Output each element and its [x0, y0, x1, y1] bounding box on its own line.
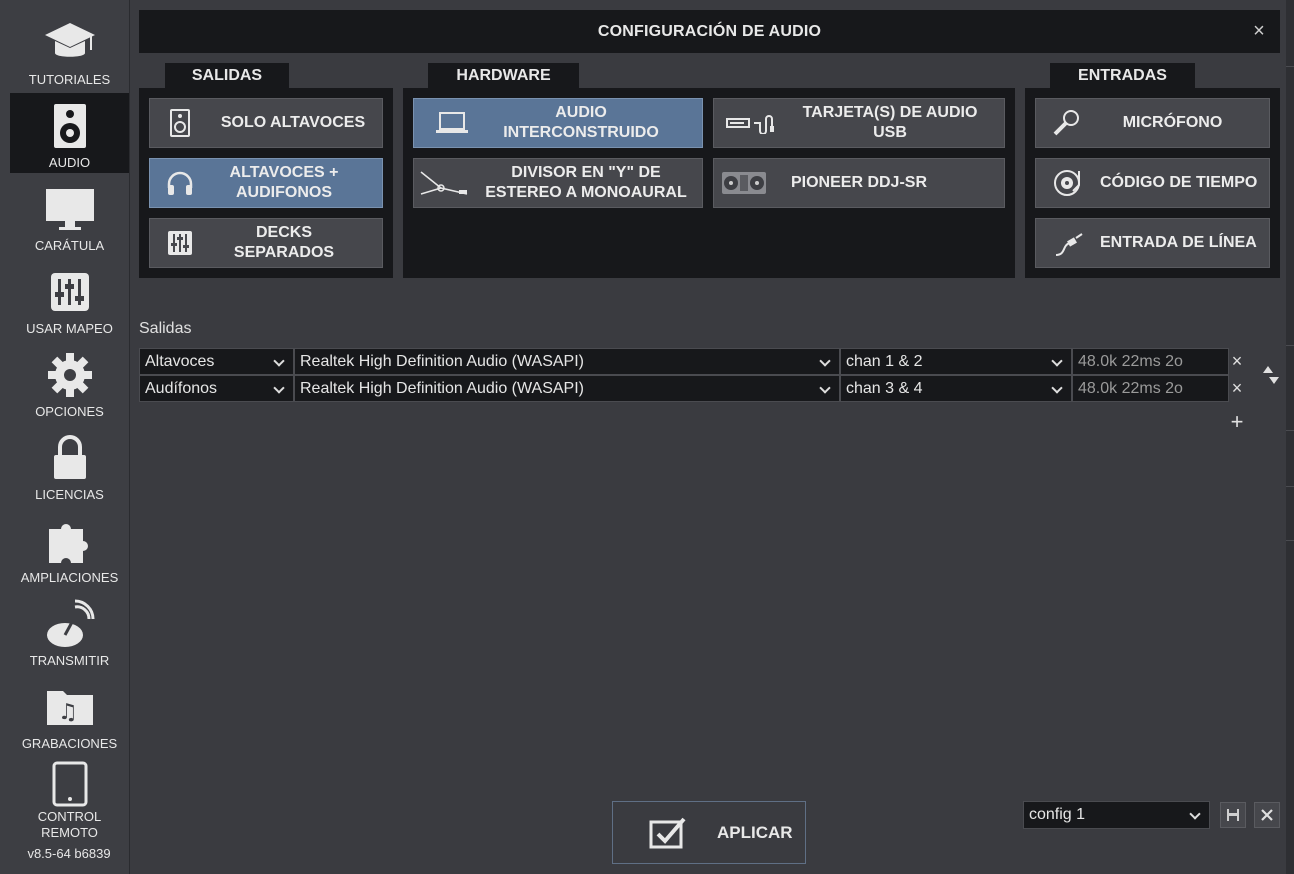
- monitor-icon: [10, 184, 129, 234]
- tab-hardware: HARDWARE: [428, 63, 579, 89]
- button-label: ENTRADA DE LÍNEA: [1100, 234, 1257, 251]
- button-label: PIONEER DDJ-SR: [790, 174, 928, 191]
- sidebar-item-label: CARÁTULA: [34, 238, 105, 253]
- sidebar-item-label: CONTROL REMOTO: [37, 809, 102, 840]
- output-role-select[interactable]: Audífonos: [139, 375, 294, 402]
- sidebar-item-grabaciones[interactable]: ♫ GRABACIONES: [10, 674, 129, 754]
- codigo-de-tiempo-button[interactable]: CÓDIGO DE TIEMPO: [1035, 158, 1270, 208]
- button-label: DECKS SEPARADOS: [233, 224, 335, 261]
- output-role-select[interactable]: Altavoces: [139, 348, 294, 375]
- sidebar-item-opciones[interactable]: OPCIONES: [10, 342, 129, 422]
- background-divider: [1286, 486, 1294, 487]
- sidebar-item-caratula[interactable]: CARÁTULA: [10, 176, 129, 256]
- button-label: MICRÓFONO: [1122, 114, 1223, 131]
- broadcast-dish-icon: [10, 599, 129, 649]
- mixer-sliders-icon: [150, 230, 210, 256]
- sidebar-item-label: AUDIO: [48, 155, 91, 170]
- sidebar-item-label: OPCIONES: [35, 404, 104, 419]
- sidebar-item-label: AMPLIACIONES: [20, 570, 119, 585]
- background-window-edge: [1286, 0, 1294, 874]
- lock-icon: [10, 433, 129, 483]
- sidebar-item-tutoriales[interactable]: TUTORIALES: [10, 10, 129, 90]
- reorder-icon[interactable]: [1262, 364, 1280, 386]
- sidebar-item-usar-mapeo[interactable]: USAR MAPEO: [10, 259, 129, 339]
- sidebar-item-label: USAR MAPEO: [26, 321, 113, 336]
- background-divider: [1286, 345, 1294, 346]
- gear-icon: [10, 350, 129, 400]
- usb-audio-icon: [714, 112, 790, 134]
- delete-config-button[interactable]: [1254, 802, 1280, 828]
- background-divider: [1286, 540, 1294, 541]
- laptop-icon: [414, 112, 490, 134]
- tarjeta-audio-usb-button[interactable]: TARJETA(S) DE AUDIO USB: [713, 98, 1005, 148]
- sidebar-item-label: LICENCIAS: [35, 487, 104, 502]
- svg-text:♫: ♫: [58, 700, 78, 725]
- sidebar-item-licencias[interactable]: LICENCIAS: [10, 425, 129, 505]
- tablet-icon: [10, 759, 129, 809]
- background-divider: [1286, 66, 1294, 67]
- tab-entradas: ENTRADAS: [1050, 63, 1195, 89]
- save-config-button[interactable]: [1220, 802, 1246, 828]
- divisor-y-button[interactable]: DIVISOR EN "Y" DE ESTEREO A MONOAURAL: [413, 158, 703, 208]
- sidebar-item-audio[interactable]: AUDIO: [10, 93, 129, 173]
- tab-salidas: SALIDAS: [165, 63, 289, 89]
- table-row: Altavoces Realtek High Definition Audio …: [139, 348, 1229, 375]
- mixer-sliders-icon: [10, 267, 129, 317]
- config-select[interactable]: config 1: [1023, 801, 1210, 829]
- add-output-button[interactable]: +: [1229, 409, 1245, 435]
- speaker-icon: [150, 109, 210, 137]
- graduation-cap-icon: [10, 18, 129, 68]
- button-label: SOLO ALTAVOCES: [220, 114, 366, 131]
- output-channels-select[interactable]: chan 3 & 4: [840, 375, 1072, 402]
- apply-button[interactable]: APLICAR: [612, 801, 806, 864]
- output-channels-select[interactable]: chan 1 & 2: [840, 348, 1072, 375]
- close-icon: [1261, 809, 1273, 821]
- remove-output-button[interactable]: ×: [1229, 378, 1245, 399]
- dialog-titlebar: CONFIGURACIÓN DE AUDIO ×: [139, 10, 1280, 53]
- remove-output-button[interactable]: ×: [1229, 351, 1245, 372]
- version-label: v8.5-64 b6839: [27, 846, 111, 861]
- audio-interconstruido-button[interactable]: AUDIO INTERCONSTRUIDO: [413, 98, 703, 148]
- decks-separados-button[interactable]: DECKS SEPARADOS: [149, 218, 383, 268]
- outputs-section-label: Salidas: [139, 320, 192, 337]
- altavoces-audifonos-button[interactable]: ALTAVOCES + AUDIFONOS: [149, 158, 383, 208]
- sidebar-item-label: TUTORIALES: [28, 72, 111, 87]
- vinyl-timecode-icon: [1036, 169, 1100, 197]
- output-info: 48.0k 22ms 2o: [1072, 375, 1229, 402]
- close-button[interactable]: ×: [1248, 20, 1270, 42]
- speaker-icon: [10, 101, 129, 151]
- solo-altavoces-button[interactable]: SOLO ALTAVOCES: [149, 98, 383, 148]
- dialog-title: CONFIGURACIÓN DE AUDIO: [597, 23, 822, 40]
- output-device-select[interactable]: Realtek High Definition Audio (WASAPI): [294, 348, 840, 375]
- microphone-icon: [1036, 109, 1096, 137]
- apply-label: APLICAR: [717, 822, 793, 842]
- sidebar-item-control-remoto[interactable]: CONTROL REMOTO: [10, 757, 129, 842]
- background-divider: [1286, 430, 1294, 431]
- rca-cable-icon: [1036, 229, 1100, 257]
- y-splitter-icon: [414, 168, 474, 198]
- floppy-disk-icon: [1226, 808, 1240, 822]
- button-label: TARJETA(S) DE AUDIO USB: [802, 104, 978, 141]
- music-folder-icon: ♫: [10, 682, 129, 732]
- button-label: CÓDIGO DE TIEMPO: [1100, 174, 1258, 191]
- sidebar-item-ampliaciones[interactable]: AMPLIACIONES: [10, 508, 129, 588]
- sidebar-item-transmitir[interactable]: TRANSMITIR: [10, 591, 129, 671]
- checkbox-check-icon: [649, 817, 687, 849]
- sidebar-item-label: TRANSMITIR: [29, 653, 110, 668]
- pioneer-ddj-sr-button[interactable]: PIONEER DDJ-SR: [713, 158, 1005, 208]
- button-label: AUDIO INTERCONSTRUIDO: [503, 104, 659, 141]
- dj-controller-icon: [714, 171, 774, 195]
- button-label: DIVISOR EN "Y" DE ESTEREO A MONOAURAL: [485, 164, 687, 201]
- sidebar: TUTORIALES AUDIO CARÁTULA USAR MAPEO OPC…: [0, 0, 130, 874]
- table-row: Audífonos Realtek High Definition Audio …: [139, 375, 1229, 402]
- button-label: ALTAVOCES + AUDIFONOS: [229, 164, 339, 201]
- output-device-select[interactable]: Realtek High Definition Audio (WASAPI): [294, 375, 840, 402]
- output-info: 48.0k 22ms 2o: [1072, 348, 1229, 375]
- puzzle-icon: [10, 516, 129, 566]
- microfono-button[interactable]: MICRÓFONO: [1035, 98, 1270, 148]
- headphones-icon: [150, 170, 210, 196]
- sidebar-item-label: GRABACIONES: [21, 736, 118, 751]
- entrada-de-linea-button[interactable]: ENTRADA DE LÍNEA: [1035, 218, 1270, 268]
